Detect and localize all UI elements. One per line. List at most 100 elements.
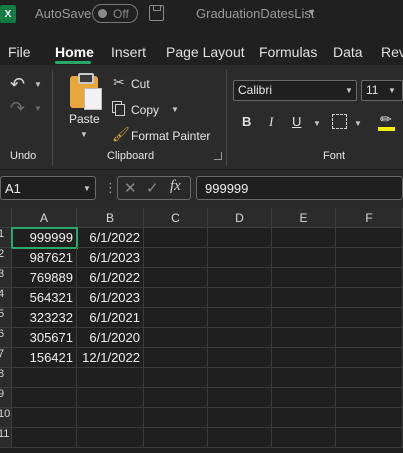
grid-cell[interactable] [336,248,403,268]
grid-cell[interactable] [77,428,144,448]
grid-cell[interactable] [208,288,272,308]
fill-color-icon[interactable]: ✏ [380,111,392,128]
cancel-icon[interactable]: ✕ [124,179,137,197]
grid-cell[interactable] [144,288,208,308]
grid-cell[interactable]: 999999 [11,227,78,249]
copy-button[interactable]: Copy ▼ [110,101,182,119]
row-header[interactable]: 11 [0,428,12,448]
formula-input[interactable]: 999999 [196,176,403,200]
grid-cell[interactable] [144,248,208,268]
grid-cell[interactable] [272,408,336,428]
tab-formulas[interactable]: Formulas [259,44,317,60]
select-all-corner[interactable] [0,208,12,228]
grid-cell[interactable] [272,328,336,348]
grid-cell[interactable] [336,328,403,348]
grid-cell[interactable] [272,228,336,248]
bold-button[interactable]: B [242,114,251,129]
grid-cell[interactable] [208,348,272,368]
grid-cell[interactable] [144,328,208,348]
row-header[interactable]: 10 [0,408,12,428]
chevron-down-icon[interactable]: ▼ [307,7,316,17]
grid-cell[interactable] [336,348,403,368]
grid-cell[interactable]: 6/1/2022 [77,268,144,288]
grid-cell[interactable] [208,328,272,348]
row-header[interactable]: 4 [0,288,12,308]
borders-chevron-icon[interactable]: ▼ [354,119,362,128]
column-header-a[interactable]: A [12,208,77,228]
grid-cell[interactable] [336,428,403,448]
column-header-c[interactable]: C [144,208,208,228]
undo-icon[interactable]: ↶ [10,74,25,95]
more-options-icon[interactable]: ⋮ [104,180,117,196]
grid-cell[interactable] [336,228,403,248]
grid-cell[interactable]: 156421 [12,348,77,368]
grid-cell[interactable] [144,308,208,328]
tab-page-layout[interactable]: Page Layout [166,44,245,60]
grid-cell[interactable] [336,288,403,308]
row-header[interactable]: 8 [0,368,12,388]
grid-cell[interactable] [12,408,77,428]
row-header[interactable]: 5 [0,308,12,328]
grid-cell[interactable]: 6/1/2023 [77,248,144,268]
grid-cell[interactable] [77,408,144,428]
underline-chevron-icon[interactable]: ▼ [313,119,321,128]
grid-cell[interactable] [144,348,208,368]
grid-cell[interactable] [272,308,336,328]
grid-cell[interactable]: 6/1/2023 [77,288,144,308]
undo-dropdown-chevron-icon[interactable]: ▼ [34,80,42,89]
row-header[interactable]: 2 [0,248,12,268]
grid-cell[interactable] [208,408,272,428]
grid-cell[interactable] [336,388,403,408]
tab-review[interactable]: Rev [381,44,403,60]
grid-cell[interactable] [12,368,77,388]
column-header-b[interactable]: B [77,208,144,228]
grid-cell[interactable]: 987621 [12,248,77,268]
tab-home[interactable]: Home [55,44,94,60]
grid-cell[interactable] [208,268,272,288]
grid-cell[interactable] [272,268,336,288]
grid-cell[interactable] [144,268,208,288]
grid-cell[interactable] [144,428,208,448]
grid-cell[interactable] [208,308,272,328]
grid-cell[interactable] [272,428,336,448]
row-header[interactable]: 9 [0,388,12,408]
insert-function-button[interactable]: fx [170,178,181,195]
font-size-dropdown[interactable]: 11 ▼ [361,80,403,101]
grid-cell[interactable] [77,368,144,388]
column-header-e[interactable]: E [272,208,336,228]
grid-cell[interactable] [272,248,336,268]
grid-cell[interactable] [336,408,403,428]
underline-button[interactable]: U [292,114,301,129]
grid-cell[interactable]: 769889 [12,268,77,288]
enter-check-icon[interactable]: ✓ [146,179,159,197]
column-header-d[interactable]: D [208,208,272,228]
grid-cell[interactable] [208,428,272,448]
cut-button[interactable]: ✂ Cut [110,74,170,93]
autosave-toggle[interactable]: Off [92,4,138,23]
grid-cell[interactable] [144,388,208,408]
grid-cell[interactable] [77,388,144,408]
row-header[interactable]: 7 [0,348,12,368]
grid-cell[interactable] [208,228,272,248]
grid-cell[interactable]: 12/1/2022 [77,348,144,368]
grid-cell[interactable] [12,428,77,448]
grid-cell[interactable]: 6/1/2020 [77,328,144,348]
grid-cell[interactable] [144,228,208,248]
grid-cell[interactable] [208,368,272,388]
grid-cell[interactable]: 6/1/2021 [77,308,144,328]
dialog-launcher-icon[interactable] [214,152,222,160]
row-header[interactable]: 3 [0,268,12,288]
grid-cell[interactable] [272,348,336,368]
column-header-f[interactable]: F [336,208,403,228]
grid-cell[interactable] [144,408,208,428]
grid-cell[interactable] [272,368,336,388]
font-name-dropdown[interactable]: Calibri ▼ [233,80,357,101]
grid-cell[interactable] [272,288,336,308]
tab-file[interactable]: File [8,44,31,60]
grid-cell[interactable] [144,368,208,388]
grid-cell[interactable] [336,368,403,388]
borders-icon[interactable] [332,114,347,129]
grid-cell[interactable] [208,388,272,408]
document-title[interactable]: GraduationDatesList [196,6,315,21]
grid-cell[interactable]: 305671 [12,328,77,348]
